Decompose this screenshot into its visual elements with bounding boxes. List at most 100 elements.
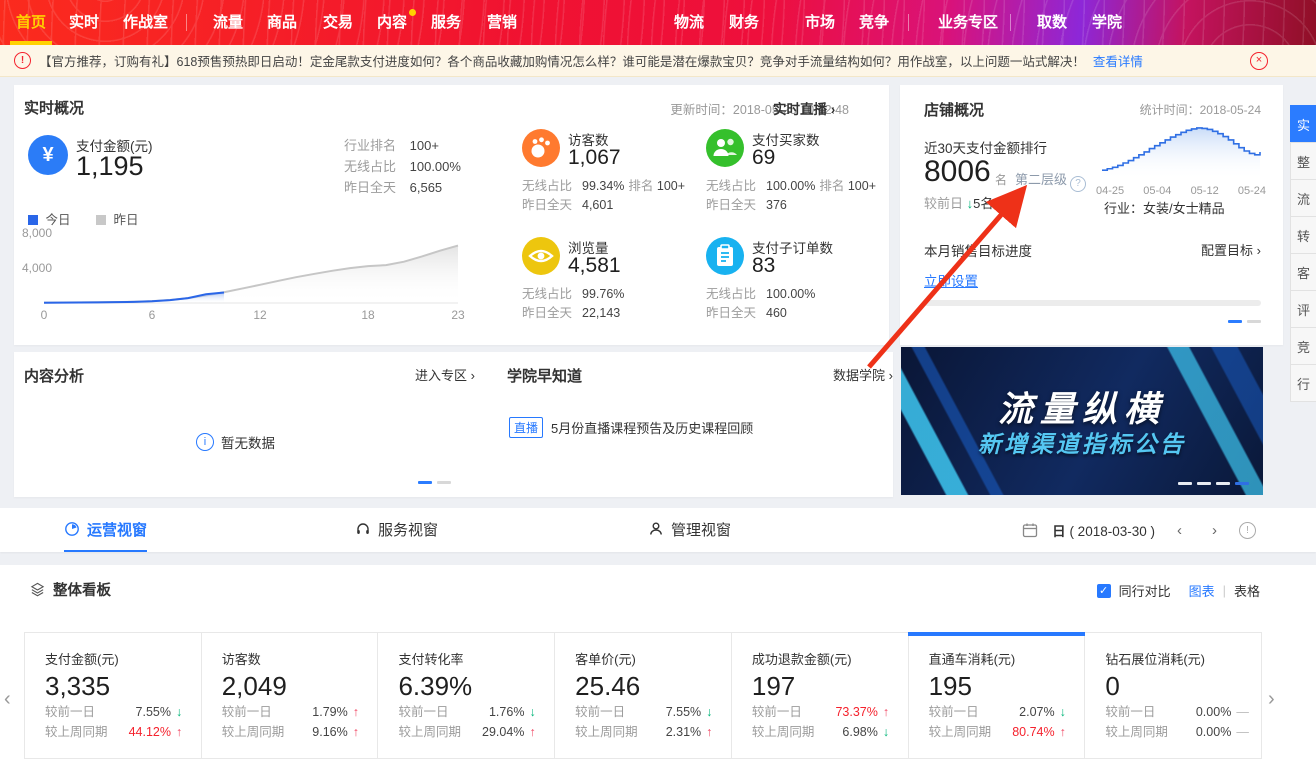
help-icon[interactable]: ? xyxy=(1070,176,1086,192)
nav-item-首页[interactable]: 首页 xyxy=(16,0,46,45)
nav-item-流量[interactable]: 流量 xyxy=(213,0,243,45)
date-value: ( 2018-03-30 ) xyxy=(1069,524,1155,539)
pager-dash-active[interactable] xyxy=(1228,320,1242,323)
kpi-compare-row: 较上周同期9.16%↑ xyxy=(222,723,378,742)
banner-pager-dash[interactable] xyxy=(1197,482,1211,485)
kpi-card-支付金额(元)[interactable]: 支付金额(元)3,335较前一日7.55%↓较上周同期44.12%↑ xyxy=(25,633,202,758)
view-table-toggle[interactable]: 表格 xyxy=(1234,581,1260,600)
headset-icon xyxy=(355,521,371,537)
nav-item-交易[interactable]: 交易 xyxy=(323,0,353,45)
tab-management-view[interactable]: 管理视窗 xyxy=(648,508,731,550)
nav-item-财务[interactable]: 财务 xyxy=(729,0,759,45)
kpi-card-钻石展位消耗(元)[interactable]: 钻石展位消耗(元)0较前一日0.00%—较上周同期0.00%— xyxy=(1085,633,1261,758)
nav-item-学院[interactable]: 学院 xyxy=(1092,0,1122,45)
content-analysis-panel: 内容分析 进入专区 › i 暂无数据 学院早知道 数据学院 › 直播 5月份直播… xyxy=(14,352,893,497)
overall-board-section: 整体看板 ✓ 同行对比 图表 | 表格 支付金额(元)3,335较前一日7.55… xyxy=(0,565,1316,772)
kpi-value: 197 xyxy=(752,671,908,702)
info-icon: i xyxy=(196,433,214,451)
warning-icon: ! xyxy=(14,52,31,69)
board-header: 整体看板 xyxy=(30,579,111,600)
nav-item-服务[interactable]: 服务 xyxy=(431,0,461,45)
view-chart-toggle[interactable]: 图表 xyxy=(1189,581,1215,600)
metric-value: 69 xyxy=(752,146,775,170)
academy-title: 学院早知道 xyxy=(507,365,582,386)
side-tab-评[interactable]: 评 xyxy=(1290,290,1316,328)
cards-next-icon[interactable]: › xyxy=(1268,688,1275,711)
sparkline-tick: 05-04 xyxy=(1143,185,1171,197)
nav-item-实时[interactable]: 实时 xyxy=(69,0,99,45)
kpi-cards-row: 支付金额(元)3,335较前一日7.55%↓较上周同期44.12%↑访客数2,0… xyxy=(24,632,1262,759)
tab-operation-view[interactable]: 运营视窗 xyxy=(64,508,147,552)
banner-pager-dash[interactable] xyxy=(1235,482,1249,485)
stat-row: 无线占比99.34%排名 100+ xyxy=(522,177,712,196)
kpi-value: 6.39% xyxy=(398,671,554,702)
metric-value: 83 xyxy=(752,254,775,278)
nav-item-取数[interactable]: 取数 xyxy=(1037,0,1067,45)
promo-banner[interactable]: 流量纵横 新增渠道指标公告 xyxy=(901,347,1263,495)
nav-item-内容[interactable]: 内容 xyxy=(377,0,407,45)
metric-stats: 无线占比99.76%昨日全天22,143 xyxy=(522,285,712,323)
nav-item-业务专区[interactable]: 业务专区 xyxy=(938,0,998,45)
cards-prev-icon[interactable]: ‹ xyxy=(4,688,11,711)
side-tab-行[interactable]: 行 xyxy=(1290,364,1316,402)
kpi-compare-row: 较前一日1.79%↑ xyxy=(222,703,378,722)
kpi-card-支付转化率[interactable]: 支付转化率6.39%较前一日1.76%↓较上周同期29.04%↑ xyxy=(378,633,555,758)
kpi-label: 成功退款金额(元) xyxy=(752,649,908,668)
content-zone-link[interactable]: 进入专区 › xyxy=(415,365,475,384)
banner-pager-dash[interactable] xyxy=(1216,482,1230,485)
notice-bar: ! 【官方推荐，订购有礼】618预售预热即日启动！定金尾款支付进度如何？各个商品… xyxy=(0,45,1316,77)
kpi-card-客单价(元)[interactable]: 客单价(元)25.46较前一日7.55%↓较上周同期2.31%↑ xyxy=(555,633,732,758)
up-arrow-icon: ↑ xyxy=(1060,725,1066,739)
primary-metric-value: 1,195 xyxy=(76,151,144,182)
kpi-compare-row: 较上周同期6.98%↓ xyxy=(752,723,908,742)
nav-item-市场[interactable]: 市场 xyxy=(805,0,835,45)
sales-goal-title: 本月销售目标进度 xyxy=(924,240,1032,260)
compare-label: 同行对比 xyxy=(1119,581,1171,600)
notice-detail-link[interactable]: 查看详情 xyxy=(1093,51,1143,70)
academy-item-text: 5月份直播课程预告及历史课程回顾 xyxy=(551,418,753,437)
nav-item-竞争[interactable]: 竞争 xyxy=(859,0,889,45)
side-tab-竞[interactable]: 竞 xyxy=(1290,327,1316,365)
kpi-label: 支付金额(元) xyxy=(45,649,201,668)
nav-item-营销[interactable]: 营销 xyxy=(487,0,517,45)
kpi-card-成功退款金额(元)[interactable]: 成功退款金额(元) 197较前一日73.37%↑较上周同期6.98%↓ xyxy=(732,633,909,758)
pager-dash[interactable] xyxy=(437,481,451,484)
close-icon[interactable]: × xyxy=(1250,52,1268,70)
tab-service-view[interactable]: 服务视窗 xyxy=(355,508,438,550)
realtime-live-link[interactable]: 实时直播 › xyxy=(773,98,853,118)
side-tab-转[interactable]: 转 xyxy=(1290,216,1316,254)
nav-item-作战室[interactable]: 作战室 xyxy=(123,0,168,45)
stat-row: 昨日全天22,143 xyxy=(522,304,712,323)
side-tab-客[interactable]: 客 xyxy=(1290,253,1316,291)
kpi-compare-row: 较前一日73.37%↑ xyxy=(752,703,908,722)
nav-item-商品[interactable]: 商品 xyxy=(267,0,297,45)
pager-dash[interactable] xyxy=(1247,320,1261,323)
calendar-icon[interactable] xyxy=(1022,522,1038,538)
kpi-card-直通车消耗(元)[interactable]: 直通车消耗(元)195较前一日2.07%↓较上周同期80.74%↑ xyxy=(909,633,1086,758)
pager-dash-active[interactable] xyxy=(418,481,432,484)
flat-arrow-icon: — xyxy=(1236,725,1249,739)
suborder-icon xyxy=(706,237,744,275)
goal-config-link[interactable]: 配置目标 › xyxy=(1201,240,1261,259)
side-tab-实[interactable]: 实 xyxy=(1290,105,1316,143)
stat-row: 昨日全天460 xyxy=(706,304,896,323)
date-granularity-picker[interactable]: 日 ( 2018-03-30 ) xyxy=(1052,520,1155,540)
date-next-icon[interactable]: › xyxy=(1204,522,1225,539)
stat-value: 6,565 xyxy=(410,180,443,195)
date-info-icon[interactable]: ! xyxy=(1239,522,1256,539)
date-prev-icon[interactable]: ‹ xyxy=(1169,522,1190,539)
nav-item-物流[interactable]: 物流 xyxy=(674,0,704,45)
svg-text:0: 0 xyxy=(41,308,48,322)
banner-pager-dash[interactable] xyxy=(1178,482,1192,485)
compare-checkbox[interactable]: ✓ xyxy=(1097,584,1111,598)
academy-item[interactable]: 直播 5月份直播课程预告及历史课程回顾 xyxy=(509,417,753,438)
kpi-card-访客数[interactable]: 访客数2,049较前一日1.79%↑较上周同期9.16%↑ xyxy=(202,633,379,758)
side-tab-流[interactable]: 流 xyxy=(1290,179,1316,217)
goal-setup-link[interactable]: 立即设置 xyxy=(924,270,978,290)
side-tab-整[interactable]: 整 xyxy=(1290,142,1316,180)
svg-text:12: 12 xyxy=(253,308,267,322)
sparkline-tick: 05-24 xyxy=(1238,185,1266,197)
metric-stats: 无线占比100.00%排名 100+昨日全天376 xyxy=(706,177,896,215)
academy-link[interactable]: 数据学院 › xyxy=(833,365,893,384)
stat-row: 昨日全天4,601 xyxy=(522,196,712,215)
